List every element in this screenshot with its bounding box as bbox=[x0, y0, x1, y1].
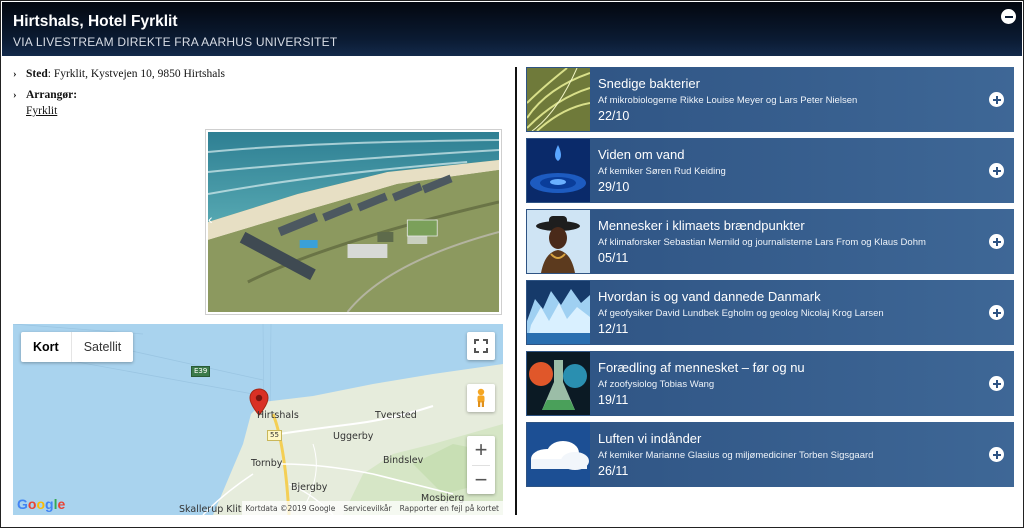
glacier-thumb bbox=[527, 281, 590, 344]
event-speakers: Af klimaforsker Sebastian Mernild og jou… bbox=[598, 237, 926, 248]
event-speakers: Af kemiker Marianne Glasius og miljømedi… bbox=[598, 450, 874, 461]
cloud-thumb bbox=[527, 423, 590, 486]
event-title: Mennesker i klimaets brændpunkter bbox=[598, 218, 805, 233]
event-item[interactable]: Hvordan is og vand dannede Danmark Af ge… bbox=[526, 280, 1014, 345]
map-type-toggle: Kort Satellit bbox=[21, 332, 134, 362]
event-date: 29/10 bbox=[598, 180, 630, 194]
road-e39-badge: E39 bbox=[191, 366, 211, 377]
organizer-row: › Arrangør: Fyrklit bbox=[13, 89, 225, 117]
event-title: Luften vi indånder bbox=[598, 431, 702, 446]
venue-value: Fyrklit, Kystvejen 10, 9850 Hirtshals bbox=[53, 68, 226, 80]
organizer-label: Arrangør: bbox=[26, 89, 78, 101]
event-title: Forædling af mennesket – før og nu bbox=[598, 360, 805, 375]
event-header: Hirtshals, Hotel Fyrklit VIA LIVESTREAM … bbox=[2, 2, 1022, 56]
chevron-left-icon[interactable]: ‹ bbox=[208, 211, 213, 227]
person-thumb bbox=[527, 210, 590, 273]
event-date: 19/11 bbox=[598, 393, 629, 407]
event-item[interactable]: Forædling af mennesket – før og nu Af zo… bbox=[526, 351, 1014, 416]
event-item[interactable]: Snedige bakterier Af mikrobiologerne Rik… bbox=[526, 67, 1014, 132]
venue-row: › Sted: Fyrklit, Kystvejen 10, 9850 Hirt… bbox=[13, 68, 226, 80]
organizer-link[interactable]: Fyrklit bbox=[26, 105, 225, 117]
fullscreen-icon[interactable] bbox=[467, 332, 495, 360]
event-speakers: Af kemiker Søren Rud Keiding bbox=[598, 166, 726, 177]
map-report-link[interactable]: Rapporter en fejl på kortet bbox=[400, 504, 499, 513]
town-tversted: Tversted bbox=[375, 410, 417, 421]
map-type-satellite[interactable]: Satellit bbox=[72, 332, 134, 362]
event-date: 12/11 bbox=[598, 322, 629, 336]
page-subtitle: VIA LIVESTREAM DIREKTE FRA AARHUS UNIVER… bbox=[13, 35, 338, 49]
water-drop-thumb bbox=[527, 139, 590, 202]
event-date: 26/11 bbox=[598, 464, 629, 478]
town-uggerby: Uggerby bbox=[333, 431, 374, 442]
map-terms-link[interactable]: Servicevilkår bbox=[343, 504, 391, 513]
zoom-controls: + − bbox=[467, 436, 495, 494]
event-date: 05/11 bbox=[598, 251, 629, 265]
bacteria-thumb bbox=[527, 68, 590, 131]
event-title: Hvordan is og vand dannede Danmark bbox=[598, 289, 821, 304]
expand-plus-icon[interactable] bbox=[989, 447, 1004, 462]
town-skallerup-klit: Skallerup Klit bbox=[179, 504, 242, 515]
venue-label: Sted bbox=[26, 68, 48, 80]
google-logo: Google bbox=[17, 496, 66, 512]
event-speakers: Af zoofysiolog Tobias Wang bbox=[598, 379, 715, 390]
hotel-aerial-photo bbox=[205, 129, 502, 315]
zoom-in-button[interactable]: + bbox=[467, 436, 495, 465]
road-55-badge: 55 bbox=[267, 430, 282, 441]
town-tornby: Tornby bbox=[251, 458, 283, 469]
town-bindslev: Bindslev bbox=[383, 455, 424, 466]
event-item[interactable]: Viden om vand Af kemiker Søren Rud Keidi… bbox=[526, 138, 1014, 203]
town-hirtshals: Hirtshals bbox=[257, 410, 299, 421]
town-bjergby: Bjergby bbox=[291, 482, 328, 493]
expand-plus-icon[interactable] bbox=[989, 376, 1004, 391]
event-title: Snedige bakterier bbox=[598, 76, 700, 91]
event-date: 22/10 bbox=[598, 109, 630, 123]
chevron-right-icon: › bbox=[13, 68, 17, 80]
chevron-right-icon: › bbox=[13, 89, 17, 101]
map-type-kort[interactable]: Kort bbox=[21, 332, 72, 362]
event-item[interactable]: Luften vi indånder Af kemiker Marianne G… bbox=[526, 422, 1014, 487]
pegman-icon[interactable] bbox=[467, 384, 495, 412]
collapse-minus-icon[interactable] bbox=[1001, 9, 1016, 24]
event-info: › Sted: Fyrklit, Kystvejen 10, 9850 Hirt… bbox=[13, 68, 225, 126]
expand-plus-icon[interactable] bbox=[989, 234, 1004, 249]
page-frame: Hirtshals, Hotel Fyrklit VIA LIVESTREAM … bbox=[0, 0, 1024, 528]
zoom-out-button[interactable]: − bbox=[467, 466, 495, 495]
event-speakers: Af mikrobiologerne Rikke Louise Meyer og… bbox=[598, 95, 858, 106]
flask-thumb bbox=[527, 352, 590, 415]
event-item[interactable]: Mennesker i klimaets brændpunkter Af kli… bbox=[526, 209, 1014, 274]
event-speakers: Af geofysiker David Lundbek Egholm og ge… bbox=[598, 308, 884, 319]
page-title: Hirtshals, Hotel Fyrklit bbox=[13, 13, 178, 30]
map-data-credit: Kortdata ©2019 Google bbox=[245, 503, 336, 513]
event-list: Snedige bakterier Af mikrobiologerne Rik… bbox=[526, 67, 1014, 493]
expand-plus-icon[interactable] bbox=[989, 305, 1004, 320]
location-map[interactable]: Kort Satellit + − E39 55 Hirtshals Tvers… bbox=[13, 324, 503, 515]
expand-plus-icon[interactable] bbox=[989, 92, 1004, 107]
column-divider bbox=[515, 67, 517, 515]
map-attribution: Kortdata ©2019 Google Servicevilkår Rapp… bbox=[241, 501, 503, 515]
expand-plus-icon[interactable] bbox=[989, 163, 1004, 178]
event-title: Viden om vand bbox=[598, 147, 685, 162]
